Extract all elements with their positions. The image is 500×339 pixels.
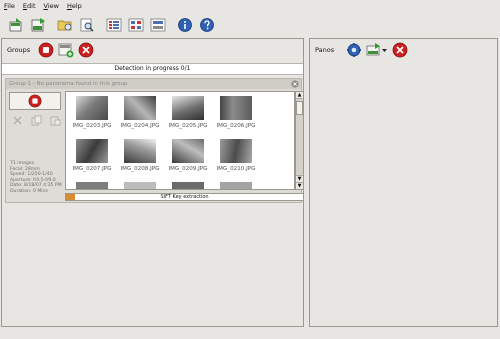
groups-panel: Groups Detection in progress 0/1 Group 1… (1, 38, 304, 327)
thumbnail-caption: IMG_0207.JPG (72, 166, 112, 172)
group-title: Group 1 - No panorama found in this grou… (6, 79, 301, 89)
info-icon (178, 18, 192, 32)
scissors-icon (13, 116, 22, 125)
detection-status: Detection in progress 0/1 (2, 63, 303, 75)
thumbnail-image (172, 182, 204, 189)
thumbnail-scrollbar[interactable]: ▲ ▼ ▼ (295, 91, 304, 190)
thumbnail-image (220, 182, 252, 189)
scroll-end-icon[interactable]: ▼ (296, 182, 303, 189)
thumbnail-image (172, 139, 204, 163)
grid-view-icon (128, 18, 144, 32)
thumbnail-item[interactable]: IMG_0210.JPG (214, 139, 258, 172)
info-button[interactable] (176, 16, 194, 34)
copy-button[interactable] (31, 115, 42, 126)
list-view-icon (106, 18, 122, 32)
progress-bar: SIFT Key extraction (65, 193, 304, 201)
thumbnail-item[interactable]: IMG_0204.JPG (118, 96, 162, 129)
menu-file[interactable]: File (4, 2, 15, 10)
thumbnail-image (124, 96, 156, 120)
thumbnail-item[interactable] (166, 182, 210, 189)
grid-view-button[interactable] (127, 16, 145, 34)
paste-icon (50, 116, 61, 126)
delete-icon (78, 42, 94, 58)
scroll-thumb[interactable] (296, 101, 303, 115)
remove-pano-button[interactable] (392, 42, 408, 58)
thumbnail-image (220, 139, 252, 163)
thumbnail-caption: IMG_0203.JPG (72, 123, 112, 129)
thumbnail-item[interactable]: IMG_0205.JPG (166, 96, 210, 129)
thumbnail-item[interactable]: IMG_0209.JPG (166, 139, 210, 172)
thumbnail-caption: IMG_0206.JPG (216, 123, 256, 129)
group-info: 71 images Focal: 28mm Speed: 1/250-1/40 … (10, 161, 62, 195)
thumbnail-caption: IMG_0210.JPG (216, 166, 256, 172)
menu-view[interactable]: View (44, 2, 59, 10)
help-icon (200, 18, 214, 32)
thumbnail-item[interactable]: IMG_0208.JPG (118, 139, 162, 172)
thumbnail-grid: IMG_0203.JPG IMG_0204.JPG IMG_0205.JPG I… (65, 91, 295, 190)
menu-edit[interactable]: Edit (23, 2, 36, 10)
info-line: Duration: 0 Mins (10, 188, 48, 194)
thumbnail-image (172, 96, 204, 120)
scroll-down-icon[interactable]: ▼ (296, 175, 303, 182)
stop-icon (28, 94, 42, 108)
groups-panel-header: Groups (2, 39, 98, 61)
group-card: Group 1 - No panorama found in this grou… (5, 78, 304, 203)
menu-help[interactable]: Help (67, 2, 82, 10)
thumbnail-item[interactable] (214, 182, 258, 189)
groups-label: Groups (7, 46, 31, 54)
main-toolbar (0, 14, 500, 36)
add-pano-button[interactable] (366, 42, 388, 58)
thumbnail-item[interactable] (70, 182, 114, 189)
save-project-icon (31, 18, 45, 32)
new-project-icon (9, 18, 22, 32)
list-view-button[interactable] (105, 16, 123, 34)
delete-icon (392, 42, 408, 58)
save-project-button[interactable] (29, 16, 47, 34)
add-group-icon (58, 43, 74, 58)
close-icon[interactable] (291, 80, 299, 88)
thumbnail-image (124, 182, 156, 189)
thumbnail-caption: IMG_0204.JPG (120, 123, 160, 129)
thumbnail-caption: IMG_0205.JPG (168, 123, 208, 129)
thumbnail-image (124, 139, 156, 163)
progress-label: SIFT Key extraction (160, 194, 209, 200)
help-button[interactable] (198, 16, 216, 34)
scroll-up-icon[interactable]: ▲ (296, 92, 303, 99)
open-folder-button[interactable] (56, 16, 74, 34)
thumbnail-image (76, 96, 108, 120)
gear-icon (347, 43, 362, 57)
find-images-button[interactable] (78, 16, 96, 34)
find-images-icon (80, 18, 94, 32)
details-view-icon (150, 18, 166, 32)
add-pano-icon (366, 43, 388, 56)
stop-detection-button[interactable] (38, 42, 54, 58)
open-folder-icon (57, 20, 72, 31)
new-project-button[interactable] (7, 16, 25, 34)
stop-group-button[interactable] (9, 92, 61, 110)
thumbnail-image (76, 182, 108, 189)
details-view-button[interactable] (149, 16, 167, 34)
thumbnail-item[interactable]: IMG_0203.JPG (70, 96, 114, 129)
panos-panel-header: Panos (310, 39, 412, 61)
paste-button[interactable] (50, 115, 61, 126)
menu-bar: File Edit View Help (0, 0, 500, 12)
thumbnail-item[interactable]: IMG_0207.JPG (70, 139, 114, 172)
thumbnail-image (76, 139, 108, 163)
thumbnail-caption: IMG_0208.JPG (120, 166, 160, 172)
thumbnail-item[interactable]: IMG_0206.JPG (214, 96, 258, 129)
stop-icon (38, 42, 54, 58)
panos-panel: Panos (309, 38, 498, 327)
thumbnail-item[interactable] (118, 182, 162, 189)
thumbnail-image (220, 96, 252, 120)
remove-group-button[interactable] (78, 42, 94, 58)
cut-button[interactable] (12, 115, 23, 126)
add-group-button[interactable] (58, 42, 74, 58)
stitch-settings-button[interactable] (346, 42, 362, 58)
thumbnail-caption: IMG_0209.JPG (168, 166, 208, 172)
group-tools (12, 115, 61, 126)
panos-label: Panos (315, 46, 335, 54)
copy-icon (31, 115, 42, 126)
